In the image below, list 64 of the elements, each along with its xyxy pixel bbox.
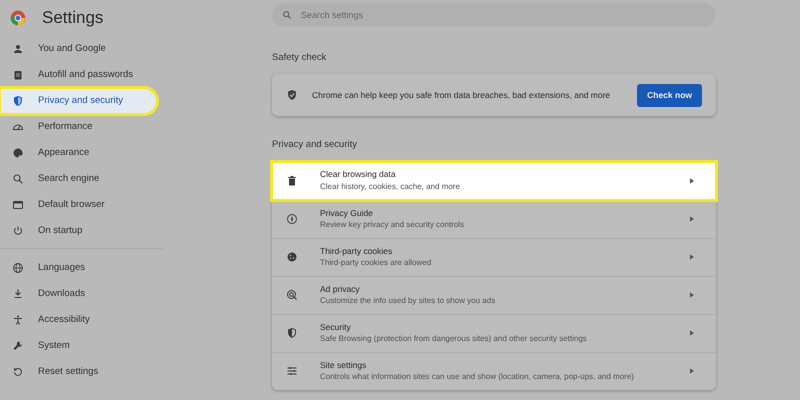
page-title: Settings bbox=[42, 7, 104, 30]
power-icon bbox=[12, 225, 24, 237]
chevron-right-icon bbox=[690, 292, 694, 298]
row-title: Security bbox=[320, 320, 352, 334]
browser-window-icon bbox=[12, 199, 24, 211]
shield-icon bbox=[12, 95, 24, 107]
row-title: Site settings bbox=[320, 358, 368, 372]
chevron-right-icon bbox=[690, 216, 694, 222]
safety-check-text: Chrome can help keep you safe from data breaches, bad extensions, and more bbox=[312, 88, 612, 102]
check-now-button[interactable]: Check now bbox=[637, 84, 702, 107]
accessibility-icon bbox=[12, 314, 24, 326]
cookie-icon bbox=[286, 251, 298, 263]
chevron-right-icon bbox=[690, 368, 694, 374]
row-title: Ad privacy bbox=[320, 282, 361, 296]
clipboard-icon bbox=[12, 69, 24, 81]
row-subtitle: Controls what information sites can use and show (location, camera, pop-ups, and more) bbox=[320, 371, 635, 384]
section-heading: Privacy and security bbox=[272, 138, 358, 152]
search-field[interactable]: Search settings bbox=[272, 3, 716, 27]
row-subtitle: Clear history, cookies, cache, and more bbox=[320, 180, 461, 193]
sidebar-item[interactable]: Languages bbox=[0, 255, 157, 281]
search-icon bbox=[282, 10, 292, 20]
person-icon bbox=[12, 43, 24, 55]
row-subtitle: Third-party cookies are allowed bbox=[320, 257, 432, 270]
search-icon bbox=[12, 173, 24, 185]
wrench-icon bbox=[12, 340, 24, 352]
globe-icon bbox=[12, 262, 24, 274]
settings-row[interactable]: Clear browsing data Clear history, cookies, cache, and more bbox=[272, 162, 716, 200]
sidebar-item[interactable]: System bbox=[0, 333, 157, 359]
trash-icon bbox=[286, 174, 298, 186]
sidebar-item[interactable]: Appearance bbox=[0, 140, 157, 166]
sidebar-item[interactable]: On startup bbox=[0, 218, 157, 244]
row-subtitle: Safe Browsing (protection from dangerous sites) and other security settings bbox=[320, 333, 588, 346]
settings-row[interactable]: Third-party cookies Third-party cookies are allowed bbox=[272, 238, 716, 276]
shield-icon bbox=[286, 327, 298, 339]
settings-row[interactable]: Ad privacy Customize the info used by sites to show you ads bbox=[272, 276, 716, 314]
compass-icon bbox=[286, 213, 298, 225]
sidebar-item[interactable]: You and Google bbox=[0, 36, 157, 62]
sidebar-item[interactable]: Reset settings bbox=[0, 359, 157, 385]
section-heading: Safety check bbox=[272, 51, 328, 65]
settings-row[interactable]: Site settings Controls what information sites can use and show (location, camera, pop-ups, and more) bbox=[272, 352, 716, 390]
row-title: Clear browsing data bbox=[320, 168, 397, 181]
sidebar-item[interactable]: Downloads bbox=[0, 281, 157, 307]
chevron-right-icon bbox=[690, 330, 694, 336]
sliders-icon bbox=[286, 365, 298, 377]
chrome-logo bbox=[10, 10, 26, 26]
shield-check-icon bbox=[286, 89, 298, 102]
row-subtitle: Review key privacy and security controls bbox=[320, 219, 466, 232]
row-title: Third-party cookies bbox=[320, 244, 394, 258]
sidebar-item[interactable]: Default browser bbox=[0, 192, 157, 218]
settings-row[interactable]: Privacy Guide Review key privacy and security controls bbox=[272, 200, 716, 238]
row-subtitle: Customize the info used by sites to show you ads bbox=[320, 295, 496, 308]
sidebar-item[interactable]: Performance bbox=[0, 114, 157, 140]
sidebar-item[interactable]: Privacy and security bbox=[0, 88, 157, 114]
sidebar-item[interactable]: Search engine bbox=[0, 166, 157, 192]
sidebar-item[interactable]: Accessibility bbox=[0, 307, 157, 333]
chevron-right-icon bbox=[690, 178, 694, 184]
target-icon bbox=[286, 289, 298, 301]
chevron-right-icon bbox=[690, 254, 694, 260]
settings-row[interactable]: Security Safe Browsing (protection from dangerous sites) and other security settings bbox=[272, 314, 716, 352]
download-icon bbox=[12, 288, 24, 300]
sidebar-item[interactable]: Autofill and passwords bbox=[0, 62, 157, 88]
reset-icon bbox=[12, 366, 24, 378]
palette-icon bbox=[12, 147, 24, 159]
row-title: Privacy Guide bbox=[320, 206, 374, 220]
